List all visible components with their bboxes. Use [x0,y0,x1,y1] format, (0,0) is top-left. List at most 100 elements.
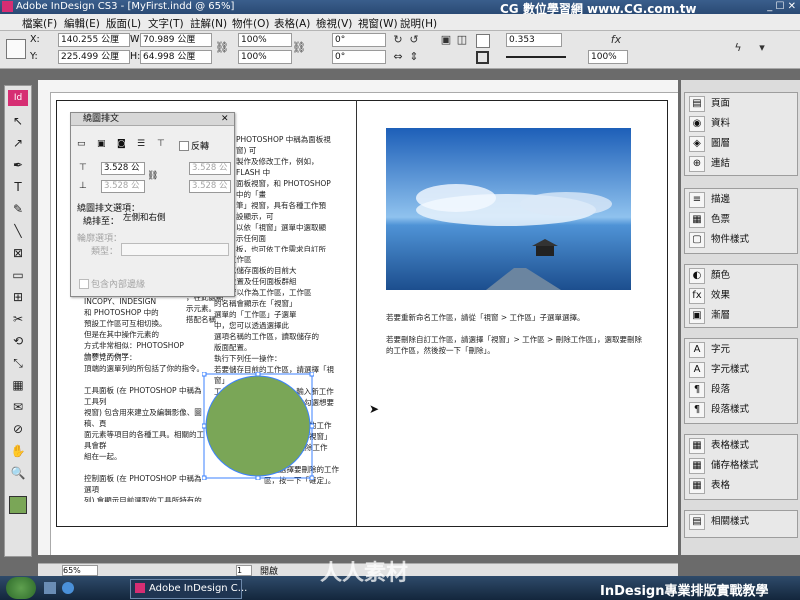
panel-object-styles[interactable]: ▢ 物件樣式 [689,231,793,249]
panel-pages[interactable]: ▤ 頁面 [689,95,793,113]
panel-menu-icon[interactable]: ▾ [756,42,768,54]
panel-table-styles[interactable]: ▦ 表格樣式 [689,437,793,455]
flip-h-icon[interactable]: ⇔ [392,51,404,63]
pencil-tool-icon[interactable]: ✎ [8,200,28,218]
include-inside-checkbox[interactable] [79,279,89,289]
panel-related-styles[interactable]: ▤ 相關樣式 [689,513,793,531]
lightning-icon[interactable]: ϟ [732,42,744,54]
rotate-tool-icon[interactable]: ⟲ [8,332,28,350]
ie-icon[interactable] [62,582,74,594]
left-offset-field[interactable]: 3.528 公 [189,162,231,175]
scissors-tool-icon[interactable]: ✂ [8,310,28,328]
menu-help[interactable]: 說明(H) [400,16,437,31]
y-field[interactable]: 225.499 公厘 [58,50,130,64]
wrap-to-select[interactable]: 左側和右側 [121,213,225,224]
menu-file[interactable]: 檔案(F) [22,16,57,31]
invert-checkbox[interactable] [179,141,189,151]
panel-table[interactable]: ▦ 表格 [689,477,793,495]
panel-paragraph[interactable]: ¶ 段落 [689,381,793,399]
vertical-ruler[interactable] [38,92,51,555]
panel-effects[interactable]: fx 效果 [689,287,793,305]
panel-links[interactable]: ◉ 資料 [689,115,793,133]
text-frame-top[interactable]: PHOTOSHOP 中稱為面板視窗) 可 製作及修改工作，例如，FLASH 中 … [236,134,332,252]
panel-layers[interactable]: ◈ 圖層 [689,135,793,153]
rectangle-frame-tool-icon[interactable]: ⊠ [8,244,28,262]
opacity-field[interactable]: 100% [588,50,628,64]
button-tool-icon[interactable]: ⊞ [8,288,28,306]
menu-notes[interactable]: 註解(N) [190,16,227,31]
x-field[interactable]: 140.255 公厘 [58,33,130,47]
show-desktop-icon[interactable] [44,582,56,594]
stroke-style-preview[interactable] [506,56,566,58]
panel-stroke[interactable]: ≡ 描邊 [689,191,793,209]
select-content-icon[interactable]: ◫ [456,34,468,46]
line-tool-icon[interactable]: ╲ [8,222,28,240]
scale-lock-icon[interactable]: ⛓ [292,42,306,54]
panel-swatches[interactable]: ▦ 色票 [689,211,793,229]
scale-y-field[interactable]: 100% [238,50,292,64]
pen-tool-icon[interactable]: ✒ [8,156,28,174]
shear-field[interactable]: 0° [332,50,386,64]
menu-layout[interactable]: 版面(L) [106,16,141,31]
selection-tool-icon[interactable]: ↖ [8,112,28,130]
panel-gradient[interactable]: ▣ 漸層 [689,307,793,325]
scale-x-field[interactable]: 100% [238,33,292,47]
right-text-2[interactable]: 若要刪除自訂工作區，請選擇「視窗」> 工作區 > 刪除工作區」，選取要刪除的工作… [386,334,646,360]
stroke-swatch-icon[interactable] [476,51,489,64]
wrap-none-icon[interactable]: ▭ [77,139,86,149]
menu-type[interactable]: 文字(T) [148,16,184,31]
constrain-proportions-icon[interactable]: ⛓ [215,42,229,54]
zoom-tool-icon[interactable]: 🔍 [8,464,28,482]
panel-character[interactable]: A 字元 [689,341,793,359]
horizontal-ruler[interactable] [38,80,678,93]
h-field[interactable]: 64.998 公厘 [140,50,212,64]
select-container-icon[interactable]: ▣ [440,34,452,46]
wrap-jump-object-icon[interactable]: ☰ [137,139,145,149]
eyedropper-tool-icon[interactable]: ⊘ [8,420,28,438]
text-frame-left-mid[interactable]: INCOPY、INDESIGN 和 PHOTOSHOP 中的 預設工作區可互相切… [84,296,184,356]
beach-photo[interactable] [386,128,631,290]
taskbar-indesign-button[interactable]: Adobe InDesign C... [130,579,247,599]
top-offset-field[interactable]: 3.528 公 [101,162,145,175]
w-field[interactable]: 70.989 公厘 [140,33,212,47]
hand-tool-icon[interactable]: ✋ [8,442,28,460]
wrap-bounding-box-icon[interactable]: ▣ [97,139,106,149]
gradient-tool-icon[interactable]: ▦ [8,376,28,394]
menu-edit[interactable]: 編輯(E) [64,16,100,31]
flip-v-icon[interactable]: ⇕ [408,51,420,63]
reference-point-icon[interactable] [6,39,26,59]
bottom-offset-field[interactable]: 3.528 公 [101,180,145,193]
note-tool-icon[interactable]: ✉ [8,398,28,416]
panel-paragraph-styles[interactable]: ¶ 段落樣式 [689,401,793,419]
direct-selection-tool-icon[interactable]: ↗ [8,134,28,152]
type-tool-icon[interactable]: T [8,178,28,196]
zoom-field[interactable]: 65% [62,565,98,576]
rectangle-tool-icon[interactable]: ▭ [8,266,28,284]
rotate-field[interactable]: 0° [332,33,386,47]
contour-type-select[interactable] [121,243,229,256]
rotate-cw-icon[interactable]: ↻ [392,34,404,46]
menu-table[interactable]: 表格(A) [274,16,310,31]
menu-view[interactable]: 檢視(V) [316,16,352,31]
fx-icon[interactable]: fx [610,34,622,46]
menu-window[interactable]: 視窗(W) [358,16,398,31]
panel-color[interactable]: ◐ 顏色 [689,267,793,285]
panel-cell-styles[interactable]: ▦ 儲存格樣式 [689,457,793,475]
wrap-shape-icon[interactable]: ◙ [117,139,126,149]
panel-character-styles[interactable]: A 字元樣式 [689,361,793,379]
page-number-field[interactable]: 1 [236,565,252,576]
right-offset-field[interactable]: 3.528 公 [189,180,231,193]
panel-hyperlinks[interactable]: ⊕ 連結 [689,155,793,173]
menu-object[interactable]: 物件(O) [232,16,269,31]
selected-ellipse[interactable] [202,372,314,480]
fill-swatch-icon[interactable] [476,34,490,48]
rotate-ccw-icon[interactable]: ↺ [408,34,420,46]
window-controls[interactable]: _ ☐ ✕ [767,1,796,12]
text-frame-left-list[interactable]: 請參見的例子： 頂端的選單列的所包括了你的指令。 工具面板 (在 PHOTOSH… [84,352,208,502]
fill-stroke-swatch-icon[interactable] [9,496,27,514]
panel-close-icon[interactable]: ✕ [221,113,229,125]
scale-tool-icon[interactable]: ⤡ [8,354,28,372]
start-button[interactable] [6,577,36,599]
link-offsets-icon[interactable]: ⛓ [147,171,158,181]
stroke-weight-field[interactable]: 0.353 [506,33,562,47]
